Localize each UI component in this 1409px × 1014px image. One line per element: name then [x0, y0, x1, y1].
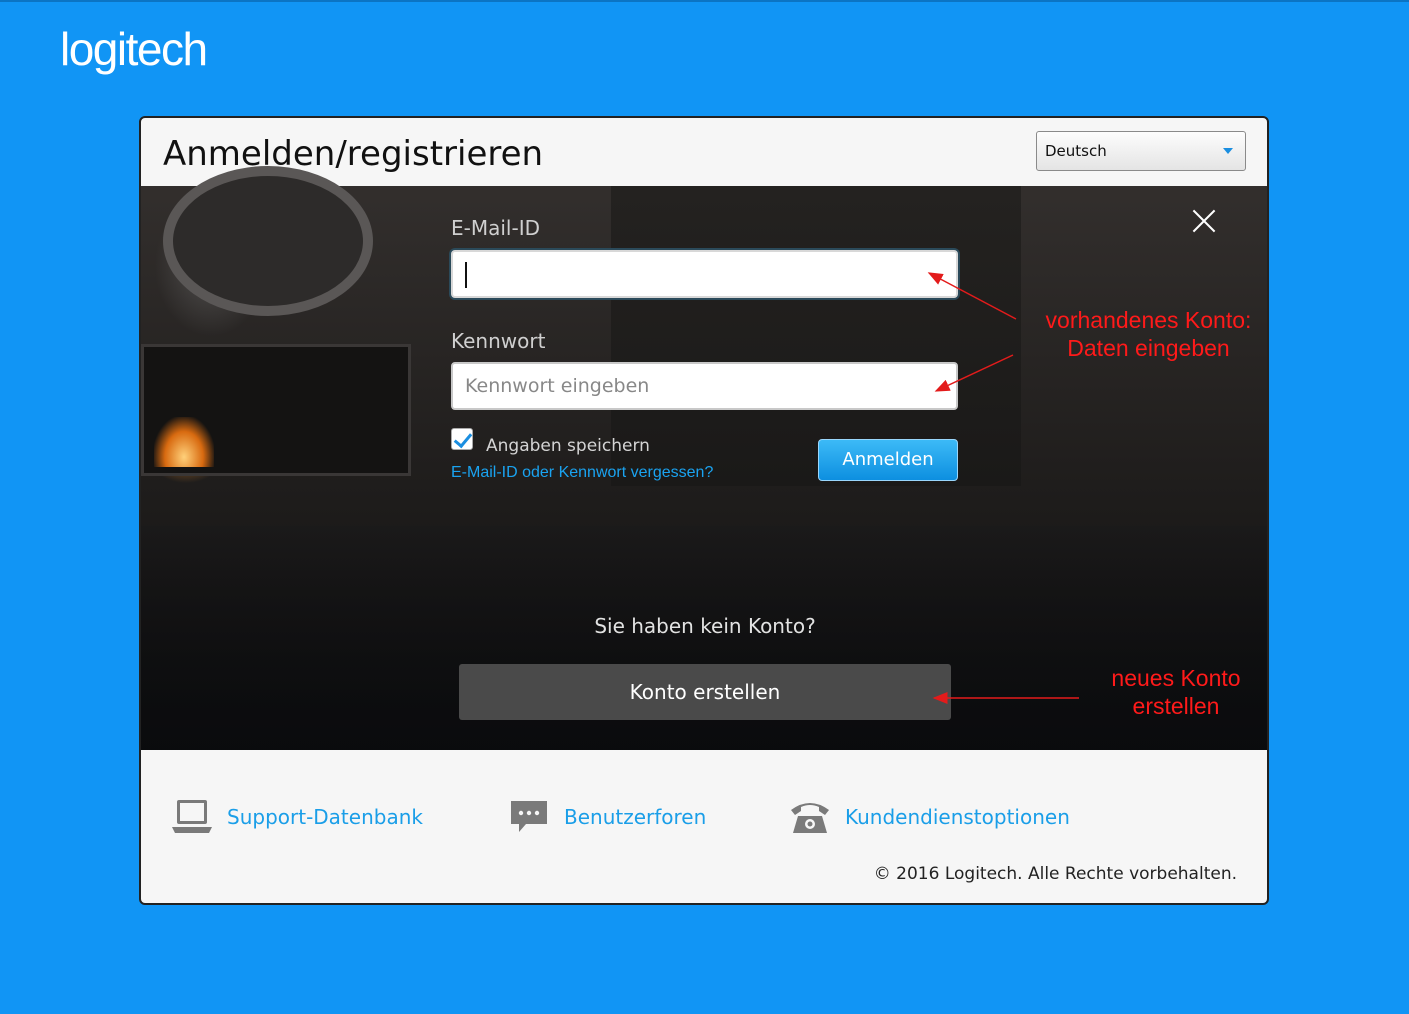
background-mirror	[163, 166, 373, 316]
footer-link-customer-service[interactable]: Kundendienstoptionen	[789, 798, 1070, 836]
telephone-icon	[791, 803, 829, 833]
password-placeholder: Kennwort eingeben	[465, 375, 650, 397]
annotation-existing-account: vorhandenes Konto: Daten eingeben	[1036, 306, 1261, 362]
password-input[interactable]: Kennwort eingeben	[451, 362, 958, 410]
email-input[interactable]	[451, 250, 958, 298]
laptop-icon	[172, 800, 212, 833]
footer-link-label: Benutzerforen	[564, 805, 707, 829]
annotation-new-line1: neues Konto	[1111, 665, 1241, 691]
remember-label: Angaben speichern	[486, 436, 650, 456]
background-fireplace	[141, 344, 411, 476]
login-button[interactable]: Anmelden	[818, 439, 958, 481]
footer-link-label: Kundendienstoptionen	[845, 805, 1070, 829]
language-select[interactable]: Deutsch	[1036, 131, 1246, 171]
create-account-button[interactable]: Konto erstellen	[459, 664, 951, 720]
background-shelf	[611, 186, 1021, 486]
language-selected-value: Deutsch	[1045, 142, 1107, 160]
footer-link-label: Support-Datenbank	[227, 805, 423, 829]
remember-checkbox[interactable]	[451, 428, 473, 450]
password-label: Kennwort	[451, 329, 546, 353]
annotation-new-line2: erstellen	[1132, 693, 1220, 719]
background-fire	[154, 417, 214, 467]
annotation-existing-line1: vorhandenes Konto:	[1045, 307, 1252, 333]
annotation-new-account: neues Konto erstellen	[1091, 664, 1261, 720]
login-dialog: Anmelden/registrieren Deutsch E-Mail-ID …	[139, 116, 1269, 905]
forgot-credentials-link[interactable]: E-Mail-ID oder Kennwort vergessen?	[451, 464, 713, 482]
footer-link-forums[interactable]: Benutzerforen	[508, 798, 706, 836]
chevron-down-icon	[1223, 148, 1233, 154]
no-account-prompt: Sie haben kein Konto?	[594, 614, 816, 638]
logitech-logo: logitech	[60, 23, 208, 75]
email-label: E-Mail-ID	[451, 216, 540, 240]
hero-panel: E-Mail-ID Kennwort Kennwort eingeben Ang…	[141, 166, 1267, 750]
dialog-title: Anmelden/registrieren	[163, 134, 544, 174]
annotation-existing-line2: Daten eingeben	[1067, 335, 1230, 361]
footer-link-support[interactable]: Support-Datenbank	[171, 798, 423, 836]
text-caret	[465, 262, 467, 288]
close-icon[interactable]	[1191, 208, 1217, 234]
copyright-text: © 2016 Logitech. Alle Rechte vorbehalten…	[873, 864, 1237, 884]
chat-bubble-icon	[511, 801, 547, 832]
